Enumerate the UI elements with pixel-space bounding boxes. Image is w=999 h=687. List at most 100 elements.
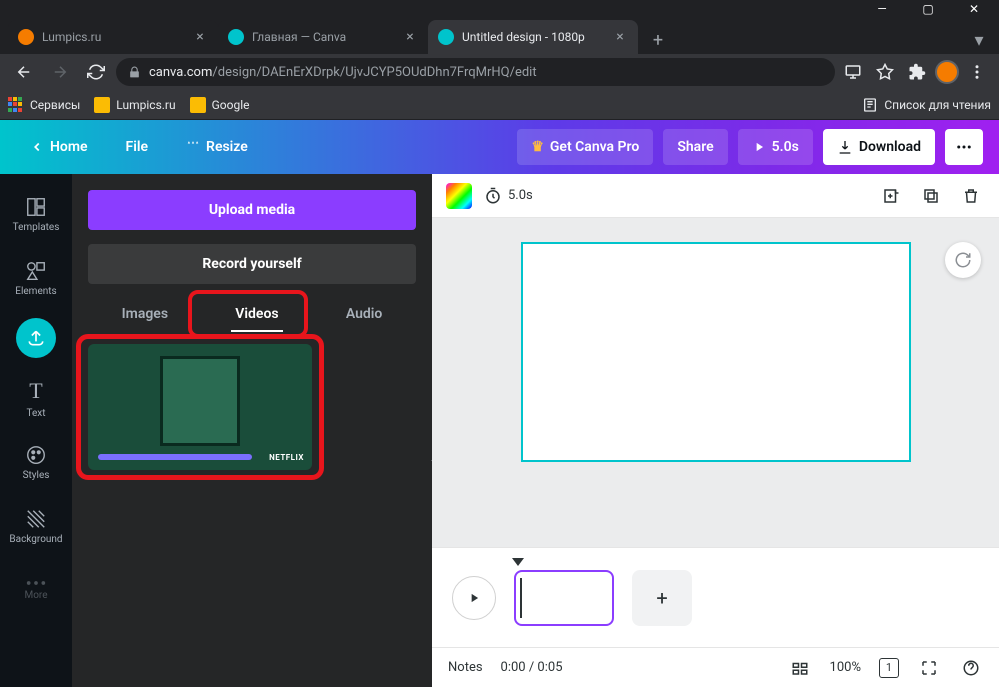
fullscreen-icon[interactable] <box>917 656 941 680</box>
upload-media-button[interactable]: Upload media <box>88 190 416 230</box>
rail-background[interactable]: Background <box>0 496 72 556</box>
thumbnail-label: NETFLIX <box>269 453 304 462</box>
timeline: + <box>432 547 999 647</box>
home-button[interactable]: Home <box>16 129 102 165</box>
bookmark-folder[interactable]: Lumpics.ru <box>94 97 175 113</box>
bookmark-label: Сервисы <box>30 98 80 112</box>
extensions-icon[interactable] <box>903 58 931 86</box>
favicon-icon <box>438 29 454 45</box>
playhead-marker[interactable] <box>512 558 524 566</box>
add-page-icon[interactable] <box>877 182 905 210</box>
canvas-frame[interactable] <box>521 242 911 462</box>
panel-tabs: Images Videos Audio <box>88 298 416 330</box>
folder-icon <box>190 97 206 113</box>
rail-elements[interactable]: Elements <box>0 248 72 308</box>
bookmark-apps[interactable]: Сервисы <box>8 97 80 113</box>
video-thumbnail-row: NETFLIX <box>88 344 416 470</box>
left-rail: Templates Elements T Text Styles Backgro… <box>0 174 72 687</box>
window-minimize-button[interactable]: — <box>859 0 905 18</box>
rail-text[interactable]: T Text <box>0 368 72 428</box>
rail-more[interactable]: More <box>0 560 72 620</box>
templates-icon <box>25 196 47 218</box>
duration-button[interactable]: 5.0s <box>484 182 533 210</box>
rail-templates[interactable]: Templates <box>0 184 72 244</box>
browser-menu-icon[interactable] <box>963 58 991 86</box>
download-button[interactable]: Download <box>823 129 935 165</box>
bookmark-star-icon[interactable] <box>871 58 899 86</box>
thumbnail-content <box>160 356 240 446</box>
resize-button[interactable]: Resize <box>172 129 262 165</box>
close-tab-icon[interactable]: × <box>612 29 628 45</box>
bookmark-label: Google <box>212 98 250 112</box>
background-icon <box>25 508 47 530</box>
share-button[interactable]: Share <box>663 129 727 165</box>
window-close-button[interactable]: ✕ <box>951 0 997 18</box>
bookmark-label: Lumpics.ru <box>116 98 175 112</box>
text-icon: T <box>29 378 42 404</box>
play-button[interactable] <box>452 576 496 620</box>
crown-icon: ♛ <box>531 139 544 155</box>
window-titlebar: — ▢ ✕ <box>0 0 999 18</box>
browser-tabstrip: Lumpics.ru × Главная — Canva × Untitled … <box>0 18 999 54</box>
browser-addressbar: canva.com/design/DAEnErXDrpk/UjvJCYP5OUd… <box>0 54 999 90</box>
refresh-canvas-button[interactable] <box>945 242 981 278</box>
reload-button[interactable] <box>80 56 112 88</box>
canva-header: Home File Resize ♛ Get Canva Pro Share 5… <box>0 120 999 174</box>
rail-uploads[interactable] <box>16 318 56 358</box>
zoom-level[interactable]: 100% <box>830 660 861 675</box>
reading-list-icon <box>862 97 878 113</box>
styles-icon <box>25 444 47 466</box>
forward-button[interactable] <box>44 56 76 88</box>
browser-tab[interactable]: Главная — Canva × <box>218 20 428 54</box>
tab-audio[interactable]: Audio <box>342 298 387 330</box>
rail-styles[interactable]: Styles <box>0 432 72 492</box>
tab-images[interactable]: Images <box>118 298 172 330</box>
more-menu-button[interactable] <box>945 129 983 165</box>
play-preview-button[interactable]: 5.0s <box>738 129 813 165</box>
add-page-button[interactable]: + <box>632 570 692 626</box>
tab-title: Lumpics.ru <box>42 30 184 44</box>
more-icon <box>25 580 47 586</box>
duplicate-icon[interactable] <box>917 182 945 210</box>
lock-icon <box>128 66 141 79</box>
favicon-icon <box>18 29 34 45</box>
tab-title: Главная — Canva <box>252 30 394 44</box>
video-thumbnail[interactable]: NETFLIX <box>88 344 312 470</box>
upload-progress-bar <box>98 454 252 460</box>
tab-search-button[interactable]: ▾ <box>965 26 993 54</box>
reading-list-button[interactable]: Список для чтения <box>862 97 991 113</box>
get-pro-button[interactable]: ♛ Get Canva Pro <box>517 129 653 165</box>
tab-videos[interactable]: Videos <box>231 298 282 330</box>
new-tab-button[interactable]: + <box>644 26 672 54</box>
bookmarks-bar: Сервисы Lumpics.ru Google Список для чте… <box>0 90 999 120</box>
browser-tab[interactable]: Lumpics.ru × <box>8 20 218 54</box>
timeline-clip[interactable] <box>514 570 614 626</box>
canvas-stage[interactable] <box>432 218 999 547</box>
canvas-area: 5.0s + <box>432 174 999 687</box>
profile-avatar[interactable] <box>935 60 959 84</box>
color-picker-button[interactable] <box>446 183 472 209</box>
browser-tab[interactable]: Untitled design - 1080p × <box>428 20 638 54</box>
duration-label: 5.0s <box>508 188 533 203</box>
present-icon[interactable] <box>839 58 867 86</box>
favicon-icon <box>228 29 244 45</box>
window-maximize-button[interactable]: ▢ <box>905 0 951 18</box>
grid-view-icon[interactable] <box>788 656 812 680</box>
close-tab-icon[interactable]: × <box>192 29 208 45</box>
elements-icon <box>25 260 47 282</box>
main-area: Templates Elements T Text Styles Backgro… <box>0 174 999 687</box>
back-button[interactable] <box>8 56 40 88</box>
close-tab-icon[interactable]: × <box>402 29 418 45</box>
help-icon[interactable] <box>959 656 983 680</box>
bookmark-folder[interactable]: Google <box>190 97 250 113</box>
page-count-icon[interactable]: 1 <box>879 658 899 678</box>
tab-title: Untitled design - 1080p <box>462 30 604 44</box>
omnibox[interactable]: canva.com/design/DAEnErXDrpk/UjvJCYP5OUd… <box>116 58 835 86</box>
folder-icon <box>94 97 110 113</box>
file-menu-button[interactable]: File <box>112 129 163 165</box>
reading-list-label: Список для чтения <box>884 98 991 112</box>
record-yourself-button[interactable]: Record yourself <box>88 244 416 284</box>
delete-icon[interactable] <box>957 182 985 210</box>
notes-button[interactable]: Notes <box>448 660 483 675</box>
uploads-panel: Upload media Record yourself Images Vide… <box>72 174 432 687</box>
